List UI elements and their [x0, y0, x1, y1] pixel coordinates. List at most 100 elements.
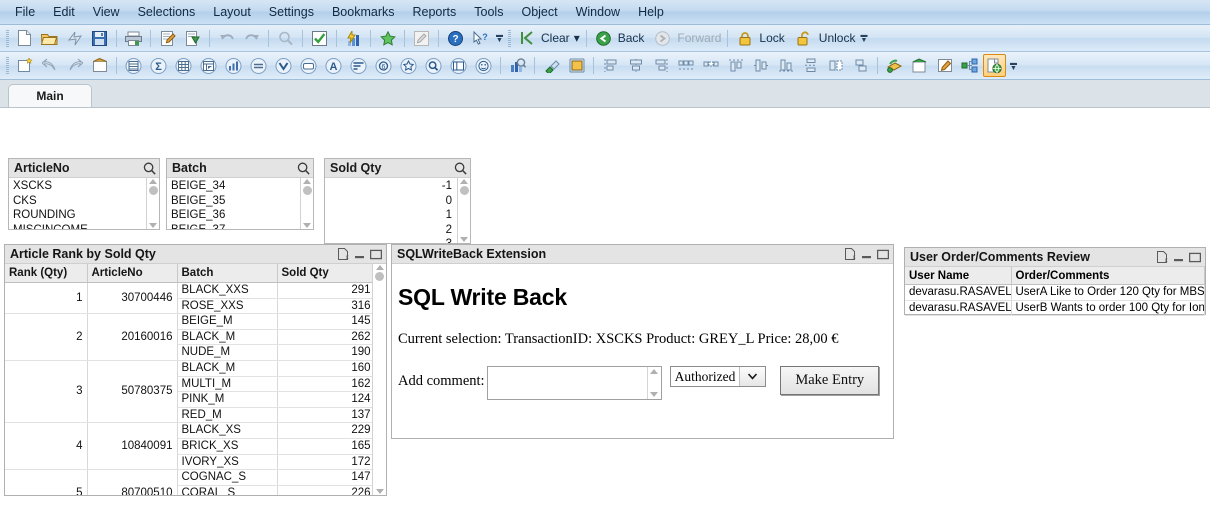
toolbar-overflow-button[interactable]: ▬ ▼ — [494, 28, 505, 48]
cell-order-comment[interactable]: UserA Like to Order 120 Qty for MBS — [1011, 284, 1205, 301]
scroll-down-icon[interactable] — [303, 223, 311, 228]
menu-item-layout[interactable]: Layout — [204, 2, 260, 22]
article-rank-scrollbar[interactable] — [372, 264, 386, 495]
text-object-icon[interactable]: A — [322, 54, 345, 77]
menu-item-file[interactable]: File — [6, 2, 44, 22]
menu-item-view[interactable]: View — [84, 2, 129, 22]
design-toolbar-overflow-button[interactable]: ▬ ▼ — [1008, 56, 1019, 76]
open-folder-icon[interactable] — [38, 27, 61, 50]
edit-expression-icon[interactable] — [933, 54, 956, 77]
sheet-tab-main[interactable]: Main — [8, 84, 92, 107]
list-item[interactable]: 1 — [325, 208, 457, 223]
search-icon[interactable] — [274, 27, 297, 50]
next-sheet-icon[interactable] — [63, 54, 86, 77]
new-document-icon[interactable] — [13, 27, 36, 50]
cell-batch[interactable]: MULTI_M — [177, 376, 278, 393]
context-help-icon[interactable]: ? — [469, 27, 492, 50]
menu-item-help[interactable]: Help — [629, 2, 673, 22]
selection-toolbar-grip[interactable] — [508, 29, 511, 47]
search-object-icon[interactable] — [422, 54, 445, 77]
cell-user-name[interactable]: devarasu.RASAVELU — [905, 284, 1012, 301]
listbox-batch-items[interactable]: BEIGE_34BEIGE_35BEIGE_36BEIGE_37 — [167, 178, 300, 229]
scroll-down-icon[interactable] — [650, 392, 659, 397]
cell-batch[interactable]: BLACK_XXS — [177, 282, 278, 299]
annotate-icon[interactable] — [410, 27, 433, 50]
table-row[interactable]: 5 80700510 COGNAC_S 147 — [5, 469, 372, 495]
cell-rank[interactable]: 2 — [5, 313, 88, 361]
align-top-icon[interactable] — [724, 54, 747, 77]
cell-batch[interactable]: BEIGE_M — [177, 313, 278, 330]
size-equal-icon[interactable] — [824, 54, 847, 77]
cell-sold-qty[interactable]: 229 — [277, 422, 372, 439]
align-center-icon[interactable] — [624, 54, 647, 77]
cell-batch[interactable]: NUDE_M — [177, 344, 278, 361]
design-grid-icon[interactable] — [565, 54, 588, 77]
list-box-icon[interactable] — [122, 54, 145, 77]
column-header[interactable]: Batch — [177, 264, 278, 283]
comment-scrollbar[interactable] — [646, 367, 661, 399]
scroll-thumb[interactable] — [375, 272, 384, 281]
list-item[interactable]: BEIGE_34 — [167, 179, 300, 194]
cell-rank[interactable]: 3 — [5, 360, 88, 424]
cell-batch[interactable]: ROSE_XXS — [177, 298, 278, 315]
scroll-down-icon[interactable] — [149, 223, 157, 228]
chart-icon[interactable] — [222, 54, 245, 77]
align-bottom-icon[interactable] — [774, 54, 797, 77]
promote-icon[interactable] — [849, 54, 872, 77]
copy-to-clipboard-icon[interactable]: x — [1156, 251, 1168, 263]
cell-sold-qty[interactable]: 262 — [277, 329, 372, 346]
list-item[interactable]: CKS — [9, 194, 146, 209]
cell-batch[interactable]: BLACK_M — [177, 360, 278, 377]
column-header[interactable]: Rank (Qty) — [5, 264, 88, 283]
search-icon[interactable] — [297, 162, 310, 175]
cell-batch[interactable]: CORAL_S — [177, 485, 278, 495]
search-icon[interactable] — [454, 162, 467, 175]
listbox-articleno[interactable]: ArticleNo XSCKSCKSROUNDINGMISCINCOME — [8, 158, 160, 230]
edit-script-icon[interactable] — [156, 27, 179, 50]
cell-batch[interactable]: BRICK_XS — [177, 438, 278, 455]
menu-item-window[interactable]: Window — [567, 2, 629, 22]
list-item[interactable]: 0 — [325, 194, 457, 209]
make-entry-button[interactable]: Make Entry — [780, 366, 880, 395]
export-icon[interactable] — [181, 27, 204, 50]
chart-wizard-icon[interactable] — [506, 54, 529, 77]
cell-order-comment[interactable]: UserB Wants to order 100 Qty for Ion — [1011, 300, 1205, 316]
list-item[interactable]: 3 — [325, 237, 457, 243]
table-row[interactable]: 4 10840091 BLACK_XS 229 — [5, 422, 372, 471]
list-item[interactable]: MISCINCOME — [9, 223, 146, 230]
scroll-thumb[interactable] — [148, 186, 158, 195]
cell-sold-qty[interactable]: 165 — [277, 438, 372, 455]
scroll-thumb[interactable] — [302, 186, 312, 195]
scroll-up-icon[interactable] — [650, 369, 659, 374]
copy-to-clipboard-icon[interactable]: x — [844, 248, 856, 260]
list-item[interactable]: ROUNDING — [9, 208, 146, 223]
cell-sold-qty[interactable]: 291 — [277, 282, 372, 299]
toolbar-grip[interactable] — [6, 29, 9, 47]
current-selections-icon[interactable] — [347, 54, 370, 77]
menu-item-settings[interactable]: Settings — [260, 2, 323, 22]
listbox-batch-scrollbar[interactable] — [300, 178, 313, 229]
cell-rank[interactable]: 1 — [5, 282, 88, 315]
list-item[interactable]: XSCKS — [9, 179, 146, 194]
column-header[interactable]: Order/Comments — [1011, 267, 1205, 285]
column-header[interactable]: Sold Qty — [277, 264, 372, 283]
listbox-articleno-items[interactable]: XSCKSCKSROUNDINGMISCINCOME — [9, 178, 146, 229]
multi-box-icon[interactable] — [272, 54, 295, 77]
menu-item-bookmarks[interactable]: Bookmarks — [323, 2, 404, 22]
user-review-table[interactable]: User Name Order/Comments devarasu.RASAVEL… — [905, 267, 1205, 316]
new-sheet-icon[interactable] — [13, 54, 36, 77]
menu-item-tools[interactable]: Tools — [465, 2, 512, 22]
cell-batch[interactable]: PINK_M — [177, 391, 278, 408]
cell-article-no[interactable]: 10840091 — [87, 422, 178, 471]
design-toolbar-grip[interactable] — [6, 57, 9, 74]
scroll-down-icon[interactable] — [460, 237, 468, 242]
cell-article-no[interactable]: 80700510 — [87, 469, 178, 495]
bookmark-object-icon[interactable] — [397, 54, 420, 77]
table-box-icon[interactable] — [172, 54, 195, 77]
unlock-button[interactable]: Unlock — [792, 27, 858, 50]
scroll-thumb[interactable] — [459, 186, 469, 195]
cell-sold-qty[interactable]: 160 — [277, 360, 372, 377]
web-publish-icon[interactable] — [983, 54, 1006, 77]
minimize-icon[interactable] — [1173, 252, 1184, 263]
table-row[interactable]: 3 50780375 BLACK_M 160 — [5, 360, 372, 424]
